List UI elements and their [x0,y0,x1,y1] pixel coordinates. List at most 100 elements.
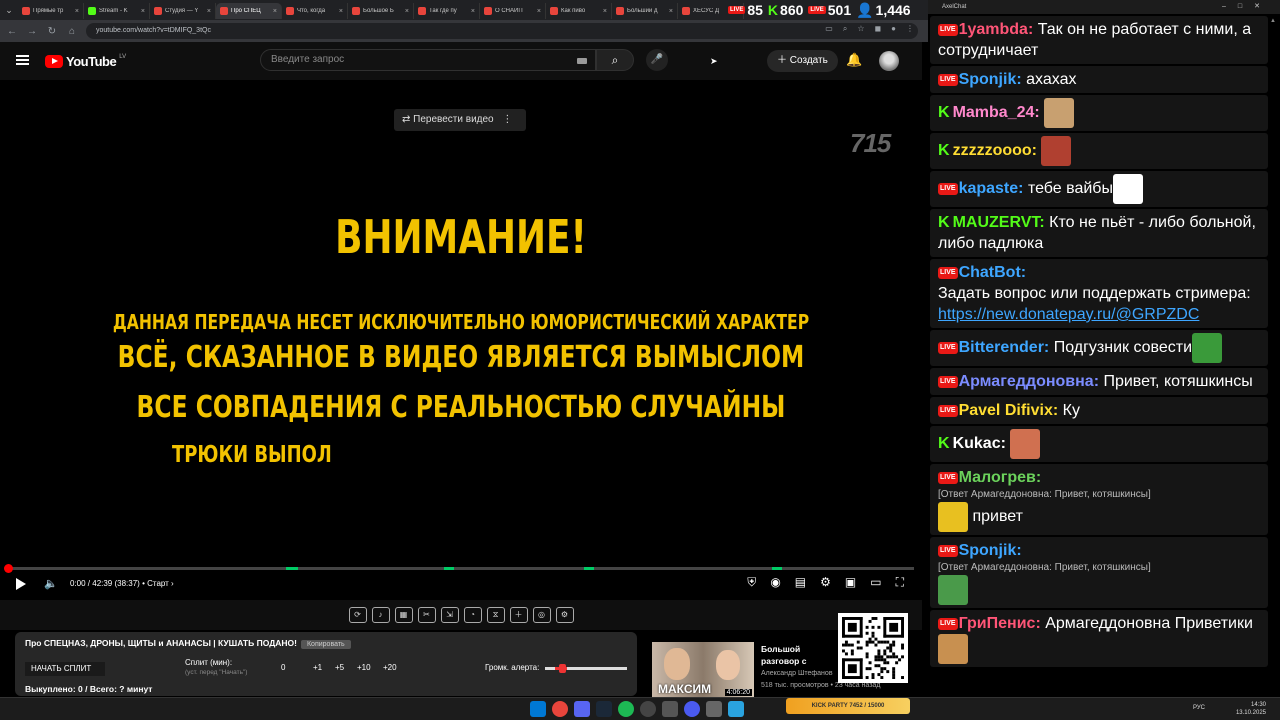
recommendation-title[interactable]: Большой разговор с Максимом Кацем [761,643,839,669]
chat-nickname[interactable]: ChatBot [959,264,1021,281]
tab-search-icon[interactable]: ⌄ [0,0,18,20]
menu-icon[interactable]: ⋮ [906,24,914,34]
tab-close-icon[interactable]: × [141,8,145,15]
chat-nickname[interactable]: Малогрев [959,469,1036,486]
browser-tab[interactable]: Как пиво × [546,3,612,19]
window-controls[interactable]: –□✕ [1222,0,1272,14]
app-icon[interactable] [662,701,678,717]
browser-tab[interactable]: Что, когда × [282,3,348,19]
tab-close-icon[interactable]: × [207,8,211,15]
chat-nickname[interactable]: Mamba_24 [953,104,1035,121]
clip-icon[interactable]: ✂ [417,607,436,623]
volume-icon[interactable]: 🔈 [44,577,58,590]
discord-icon[interactable] [574,701,590,717]
chat-nickname[interactable]: Kukac [953,435,1001,452]
audio-icon[interactable]: ♪ [371,607,390,623]
tab-close-icon[interactable]: × [75,8,79,15]
back-icon[interactable]: ← [6,26,18,37]
browser-tab[interactable]: Stream - K × [84,3,150,19]
slider-handle[interactable] [559,664,566,673]
chat-nickname[interactable]: Армагеддоновна [959,373,1094,390]
browser-tab[interactable]: Больший д × [612,3,678,19]
cast-icon[interactable]: ▭ [825,24,833,34]
browser-tab[interactable]: Про СПЕЦ × [216,3,282,19]
split-value-button[interactable]: +5 [335,663,344,672]
tab-close-icon[interactable]: × [537,8,541,15]
search-button[interactable]: ⌕ [596,49,634,71]
progress-bar[interactable] [4,564,914,573]
tab-close-icon[interactable]: × [273,8,277,15]
fullscreen-icon[interactable]: ⛶ [896,575,904,590]
url-field[interactable]: youtube.com/watch?v=tDMIFQ_3tQc [86,23,918,39]
add-icon[interactable]: ＋ [509,607,528,623]
subtitles-icon[interactable]: ▤ [795,575,806,590]
resize-icon[interactable]: ⇲ [440,607,459,623]
notifications-bell-icon[interactable]: 🔔 [846,52,862,68]
browser-tab[interactable]: Так где пу × [414,3,480,19]
profile-icon[interactable]: ● [891,24,896,34]
camera-icon[interactable]: ◎ [532,607,551,623]
split-value-button[interactable]: +20 [383,663,397,672]
split-value-button[interactable]: 0 [281,663,285,672]
screenshot-icon[interactable]: ▦ [394,607,413,623]
chat-scrollbar[interactable]: ▲ [1270,18,1276,690]
chat-nickname[interactable]: MAUZERVT [953,214,1040,231]
donate-link[interactable]: https://new.donatepay.ru/@GRPZDC [938,306,1199,323]
extension-settings-icon[interactable]: ⚙ [555,607,574,623]
progress-scrubber[interactable] [4,564,13,573]
app-icon[interactable] [706,701,722,717]
browser-tab[interactable]: О СНАЙП × [480,3,546,19]
tab-close-icon[interactable]: × [471,8,475,15]
recommendation-thumbnail[interactable]: МАКСИМ 4:06:20 [652,642,754,698]
chat-nickname[interactable]: zzzzzoooo [953,142,1032,159]
obs-icon[interactable] [640,701,656,717]
create-button[interactable]: ＋ Создать [767,50,838,72]
autoplay-toggle-icon[interactable]: ◉ [770,575,780,590]
tab-close-icon[interactable]: × [339,8,343,15]
timer-icon[interactable]: ⧖ [486,607,505,623]
settings-gear-icon[interactable]: ⚙ [820,575,831,590]
chrome-icon[interactable] [552,701,568,717]
youtube-logo[interactable]: YouTube LV [45,54,126,69]
voice-search-icon[interactable]: 🎤 [646,49,668,71]
browser-tab[interactable]: Прямые тр × [18,3,84,19]
alert-volume-slider[interactable] [545,664,627,673]
browser-tab[interactable]: Большое Б × [348,3,414,19]
avatar[interactable] [879,51,899,71]
tab-close-icon[interactable]: × [405,8,409,15]
search-input[interactable]: Введите запрос [260,49,596,71]
home-icon[interactable]: ⌂ [66,26,78,37]
split-value-button[interactable]: +10 [357,663,371,672]
keyboard-icon[interactable] [577,58,587,64]
windows-start-icon[interactable] [530,701,546,717]
speed-icon[interactable]: ◔ [463,607,482,623]
theater-mode-icon[interactable]: ▭ [870,575,881,590]
split-value-button[interactable]: +1 [313,663,322,672]
language-indicator[interactable]: РУС [1193,705,1205,711]
video-player[interactable]: ⇄ Перевести видео ⋮ 715 ВНИМАНИЕ! ДАННАЯ… [0,80,922,600]
loop-icon[interactable]: ⟳ [348,607,367,623]
chat-nickname[interactable]: ГриПенис [959,615,1036,632]
chat-nickname[interactable]: 1yambda [959,21,1028,38]
extension-icon[interactable]: ◼ [875,24,882,34]
more-options-icon[interactable]: ⋮ [502,114,512,125]
clock[interactable]: 14:30 13.10.2025 [1236,701,1266,717]
telegram-icon[interactable] [728,701,744,717]
chat-nickname[interactable]: Pavel Difivix [959,402,1053,419]
miniplayer-icon[interactable]: ▣ [845,575,856,590]
hamburger-menu-icon[interactable] [16,55,29,65]
chat-nickname[interactable]: Sponjik [959,71,1017,88]
chat-nickname[interactable]: Sponjik [959,542,1017,559]
steam-icon[interactable] [596,701,612,717]
browser-tab[interactable]: Студия — Y × [150,3,216,19]
translate-video-button[interactable]: ⇄ Перевести видео ⋮ [394,109,526,131]
reload-icon[interactable]: ↻ [46,26,58,37]
tab-close-icon[interactable]: × [669,8,673,15]
recommendation-channel[interactable]: Александр Штефанов [761,670,837,677]
bookmark-icon[interactable]: ☆ [857,24,864,34]
start-split-button[interactable]: НАЧАТЬ СПЛИТ [25,662,105,676]
copy-button[interactable]: Копировать [300,640,351,649]
tab-close-icon[interactable]: × [603,8,607,15]
play-icon[interactable] [16,578,26,590]
chat-nickname[interactable]: Bitterender [959,339,1044,356]
